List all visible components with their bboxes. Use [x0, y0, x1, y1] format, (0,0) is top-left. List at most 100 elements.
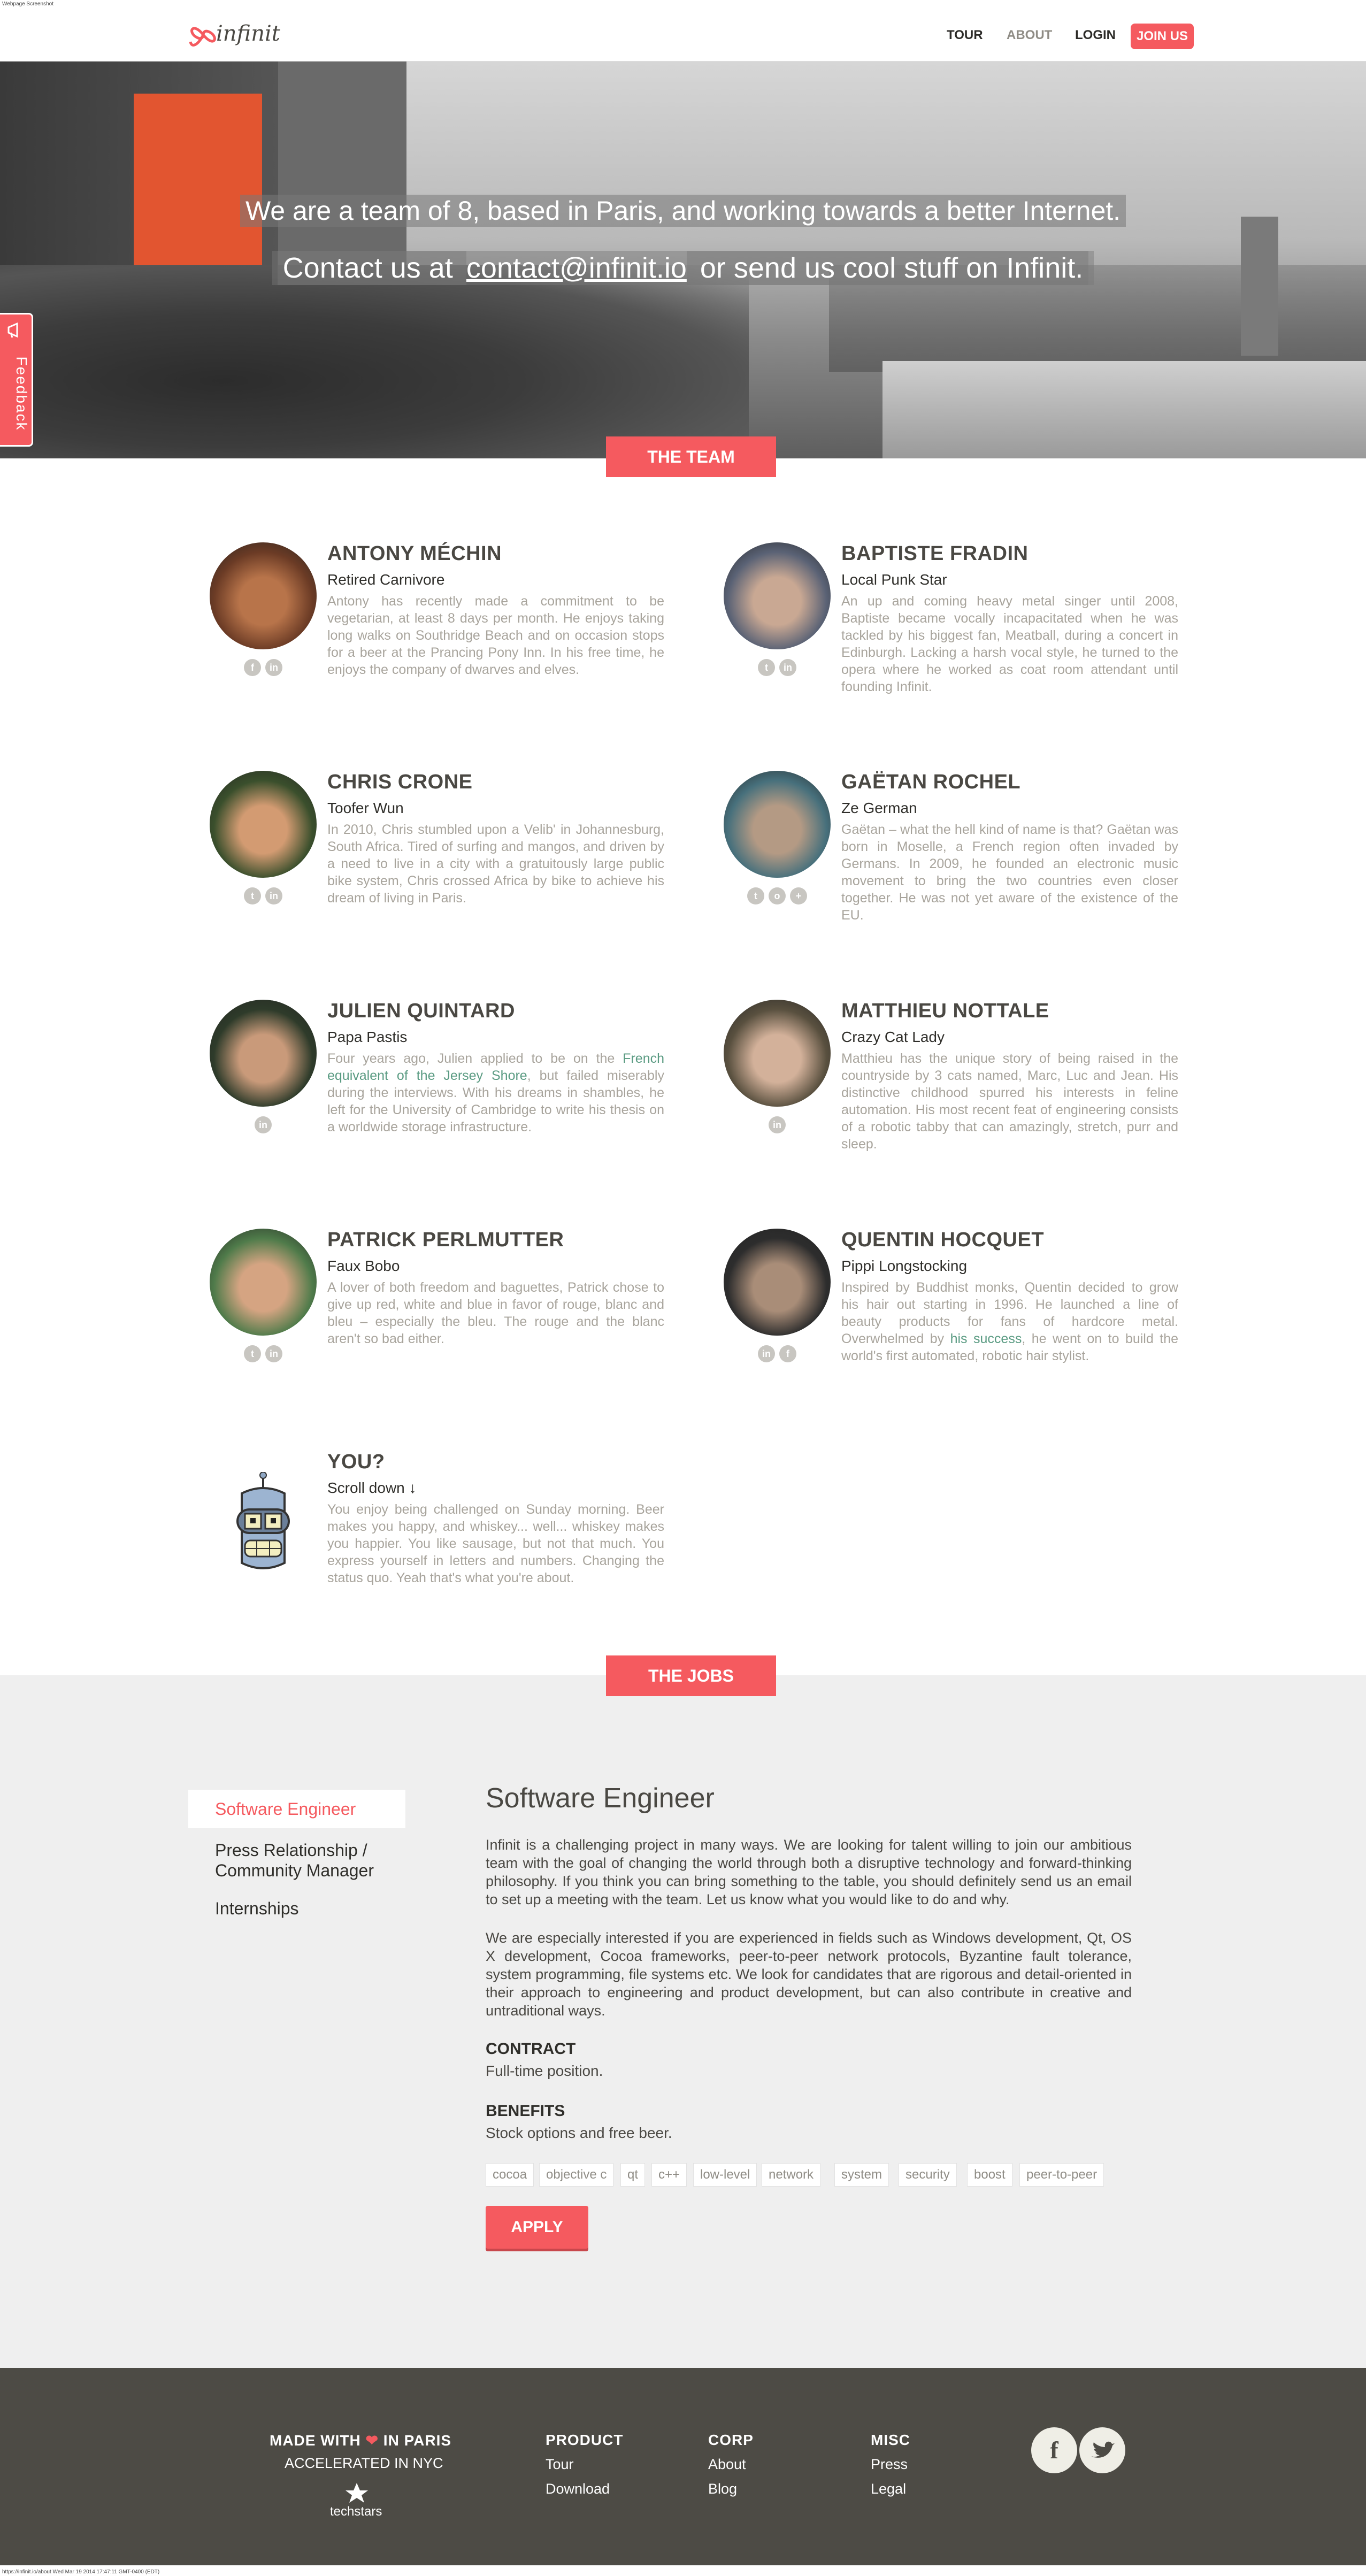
- skill-tag[interactable]: system: [834, 2163, 889, 2187]
- jobs-section: [0, 1675, 1366, 2368]
- skill-tag[interactable]: qt: [620, 2163, 646, 2187]
- footer-press-link[interactable]: Press: [871, 2456, 908, 2473]
- logo-text[interactable]: infinit: [216, 21, 280, 46]
- avatar: [724, 771, 831, 878]
- facebook-icon[interactable]: f: [244, 659, 261, 676]
- benefits-text: Stock options and free beer.: [486, 2125, 672, 2141]
- skill-tag[interactable]: boost: [967, 2163, 1012, 2187]
- infinit-logo-icon[interactable]: [187, 16, 219, 53]
- linkedin-icon[interactable]: in: [255, 1116, 272, 1133]
- member-role: Faux Bobo: [327, 1258, 400, 1274]
- member-bio: Antony has recently made a commitment to…: [327, 594, 664, 677]
- member-bio: You enjoy being challenged on Sunday mor…: [327, 1502, 664, 1585]
- skill-tag[interactable]: c++: [651, 2163, 687, 2187]
- megaphone-icon: [7, 322, 18, 338]
- skill-tag[interactable]: objective c: [539, 2163, 614, 2187]
- nav-tour-link[interactable]: TOUR: [947, 28, 983, 43]
- member-role: Ze German: [841, 800, 917, 816]
- google-plus-icon[interactable]: +: [790, 887, 807, 904]
- member-name: ANTONY MÉCHIN: [327, 542, 502, 565]
- team-member-card: PATRICK PERLMUTTER Faux Bobo A lover of bo…: [210, 1229, 670, 1405]
- footer-blog-link[interactable]: Blog: [708, 2481, 737, 2497]
- bio-link[interactable]: French equivalent of the Jersey Shore: [327, 1051, 664, 1083]
- team-member-card: YOU? Scroll down ↓ You enjoy being challen…: [210, 1451, 670, 1627]
- accelerated-text: ACCELERATED IN NYC: [285, 2455, 443, 2471]
- member-role: Crazy Cat Lady: [841, 1029, 945, 1045]
- contact-email-link[interactable]: contact@infinit.io: [466, 252, 687, 284]
- feedback-label[interactable]: Feedback: [13, 340, 30, 447]
- skill-tag[interactable]: network: [762, 2163, 821, 2187]
- facebook-icon[interactable]: f: [779, 1345, 796, 1362]
- team-member-card: GAËTAN ROCHEL Ze German Gaëtan – what the …: [724, 771, 1184, 947]
- techstars-star-icon: [346, 2483, 368, 2503]
- footer-about-link[interactable]: About: [708, 2456, 746, 2473]
- member-role: Retired Carnivore: [327, 571, 445, 588]
- contract-heading: CONTRACT: [486, 2040, 576, 2058]
- member-name: JULIEN QUINTARD: [327, 1000, 515, 1022]
- linkedin-icon[interactable]: in: [265, 887, 282, 904]
- join-us-button[interactable]: JOIN US: [1131, 24, 1194, 49]
- robot-avatar-icon: [236, 1472, 290, 1569]
- linkedin-icon[interactable]: in: [265, 1345, 282, 1362]
- member-name: YOU?: [327, 1451, 385, 1473]
- techstars-logo[interactable]: techstars: [330, 2504, 382, 2519]
- hero-banner: We are a team of 8, based in Paris, and …: [0, 62, 1366, 458]
- hero-river: [882, 361, 1366, 458]
- member-role: Toofer Wun: [327, 800, 404, 816]
- team-member-card: CHRIS CRONE Toofer Wun In 2010, Chris stum…: [210, 771, 670, 947]
- instagram-icon[interactable]: o: [769, 887, 786, 904]
- job-description-2: We are especially interested if you are …: [486, 1930, 1132, 2019]
- made-with-love: MADE WITH ❤ IN PARIS: [270, 2432, 452, 2449]
- member-bio: In 2010, Chris stumbled upon a Velib' in…: [327, 822, 664, 906]
- hero-contact: Contact us at contact@infinit.io or send…: [0, 251, 1366, 285]
- hero-tagline: We are a team of 8, based in Paris, and …: [0, 195, 1366, 227]
- footer-download-link[interactable]: Download: [546, 2481, 610, 2497]
- linkedin-icon[interactable]: in: [758, 1345, 775, 1362]
- member-name: MATTHIEU NOTTALE: [841, 1000, 1049, 1022]
- hero-tower: [1241, 217, 1278, 356]
- skill-tag[interactable]: security: [899, 2163, 957, 2187]
- member-role: Pippi Longstocking: [841, 1258, 968, 1274]
- skill-tag[interactable]: peer-to-peer: [1019, 2163, 1104, 2187]
- footer: [0, 2368, 1366, 2565]
- team-member-card: BAPTISTE FRADIN Local Punk Star An up and …: [724, 542, 1184, 719]
- member-role: Local Punk Star: [841, 571, 947, 588]
- linkedin-icon[interactable]: in: [779, 659, 796, 676]
- nav-about-link[interactable]: ABOUT: [1007, 28, 1052, 43]
- twitter-icon[interactable]: t: [244, 887, 261, 904]
- member-bio: Inspired by Buddhist monks, Quentin deci…: [841, 1280, 1178, 1363]
- bio-link[interactable]: his success: [950, 1331, 1022, 1346]
- team-member-card: QUENTIN HOCQUET Pippi Longstocking Inspire…: [724, 1229, 1184, 1405]
- twitter-icon[interactable]: t: [747, 887, 764, 904]
- apply-button[interactable]: APPLY: [486, 2206, 588, 2249]
- avatar: [210, 1000, 317, 1107]
- member-role: Papa Pastis: [327, 1029, 408, 1045]
- twitter-icon[interactable]: t: [758, 659, 775, 676]
- member-bio: Matthieu has the unique story of being r…: [841, 1051, 1178, 1152]
- avatar: [724, 542, 831, 649]
- job-tab-software-engineer[interactable]: Software Engineer: [188, 1790, 405, 1828]
- benefits-heading: BENEFITS: [486, 2102, 565, 2120]
- linkedin-icon[interactable]: in: [265, 659, 282, 676]
- facebook-icon[interactable]: f: [1031, 2427, 1077, 2473]
- avatar: [210, 542, 317, 649]
- job-description-1: Infinit is a challenging project in many…: [486, 1837, 1132, 1907]
- footer-legal-link[interactable]: Legal: [871, 2481, 906, 2497]
- avatar: [210, 771, 317, 878]
- twitter-icon[interactable]: t: [244, 1345, 261, 1362]
- hero-trees: [0, 265, 749, 458]
- skill-tag[interactable]: cocoa: [486, 2163, 534, 2187]
- nav-login-link[interactable]: LOGIN: [1075, 28, 1116, 43]
- skill-tag[interactable]: low-level: [693, 2163, 757, 2187]
- footer-tour-link[interactable]: Tour: [546, 2456, 574, 2473]
- job-tab-internships[interactable]: Internships: [215, 1899, 432, 1919]
- avatar: [724, 1000, 831, 1107]
- twitter-icon[interactable]: [1079, 2427, 1125, 2473]
- linkedin-icon[interactable]: in: [769, 1116, 786, 1133]
- member-bio: Gaëtan – what the hell kind of name is t…: [841, 822, 1178, 923]
- status-bar: https://infinit.io/about Wed Mar 19 2014…: [2, 2569, 160, 2575]
- member-name: BAPTISTE FRADIN: [841, 542, 1029, 565]
- member-name: CHRIS CRONE: [327, 771, 473, 793]
- team-member-card: JULIEN QUINTARD Papa Pastis Four years ago…: [210, 1000, 670, 1176]
- job-tab-press-community[interactable]: Press Relationship / Community Manager: [215, 1840, 408, 1881]
